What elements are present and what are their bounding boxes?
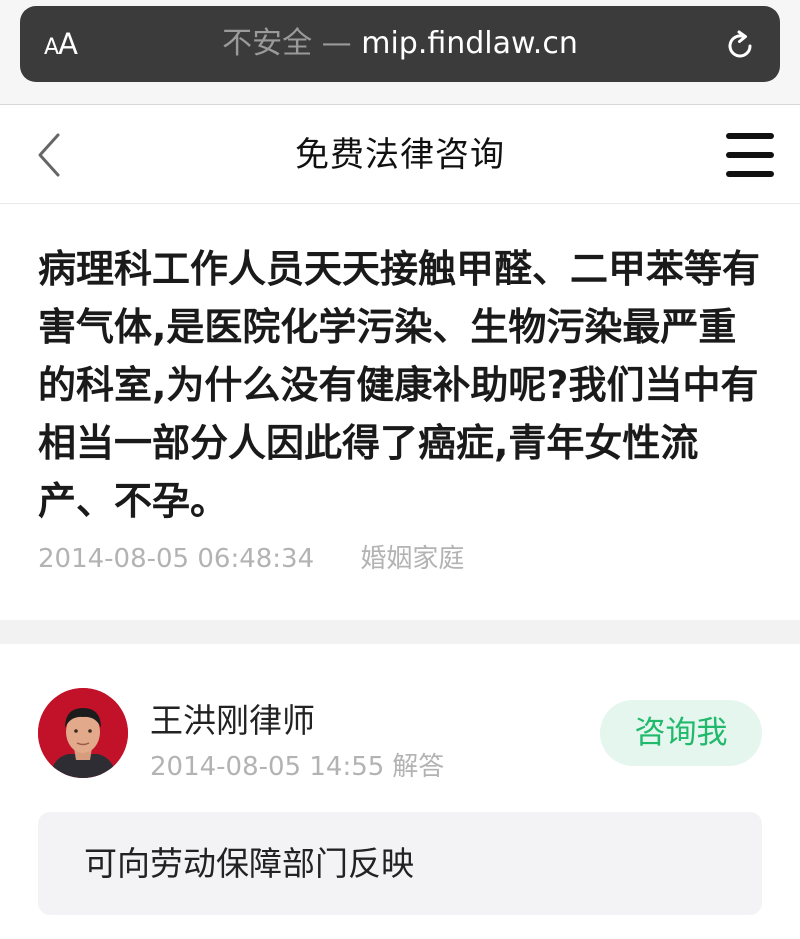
aa-large-label: A: [58, 27, 78, 61]
answer-content: 可向劳动保障部门反映: [38, 812, 762, 915]
lawyer-avatar[interactable]: [38, 688, 128, 778]
text-size-button[interactable]: AA: [44, 6, 78, 82]
question-meta: 2014-08-05 06:48:34 婚姻家庭: [38, 538, 464, 575]
address-bar[interactable]: AA 不安全 — mip.findlaw.cn: [20, 6, 780, 82]
url-display[interactable]: 不安全 — mip.findlaw.cn: [110, 6, 690, 82]
answer-meta: 2014-08-05 14:55 解答: [150, 746, 444, 783]
url-domain: mip.findlaw.cn: [361, 26, 578, 61]
reload-icon[interactable]: [722, 28, 758, 64]
question-section: 病理科工作人员天天接触甲醛、二甲苯等有害气体,是医院化学污染、生物污染最严重的科…: [0, 204, 800, 620]
question-title: 病理科工作人员天天接触甲醛、二甲苯等有害气体,是医院化学污染、生物污染最严重的科…: [38, 247, 761, 523]
question-category[interactable]: 婚姻家庭: [360, 544, 464, 574]
section-divider: [0, 620, 800, 644]
answer-card: 王洪刚律师 2014-08-05 14:55 解答 咨询我 可向劳动保障部门反映: [0, 644, 800, 939]
chevron-left-icon[interactable]: [30, 131, 70, 179]
answer-datetime: 2014-08-05 14:55: [150, 752, 385, 782]
aa-small-label: A: [44, 35, 59, 60]
url-separator: —: [321, 26, 352, 61]
page-title: 免费法律咨询: [295, 135, 505, 175]
hamburger-menu-icon[interactable]: [726, 133, 774, 177]
question-datetime: 2014-08-05 06:48:34: [38, 544, 315, 574]
url-security-label: 不安全: [222, 26, 313, 61]
answer-tag: 解答: [392, 752, 445, 782]
consult-button[interactable]: 咨询我: [600, 700, 762, 766]
app-header: 免费法律咨询: [0, 104, 800, 204]
lawyer-name[interactable]: 王洪刚律师: [150, 694, 315, 742]
browser-chrome: AA 不安全 — mip.findlaw.cn: [0, 0, 800, 104]
